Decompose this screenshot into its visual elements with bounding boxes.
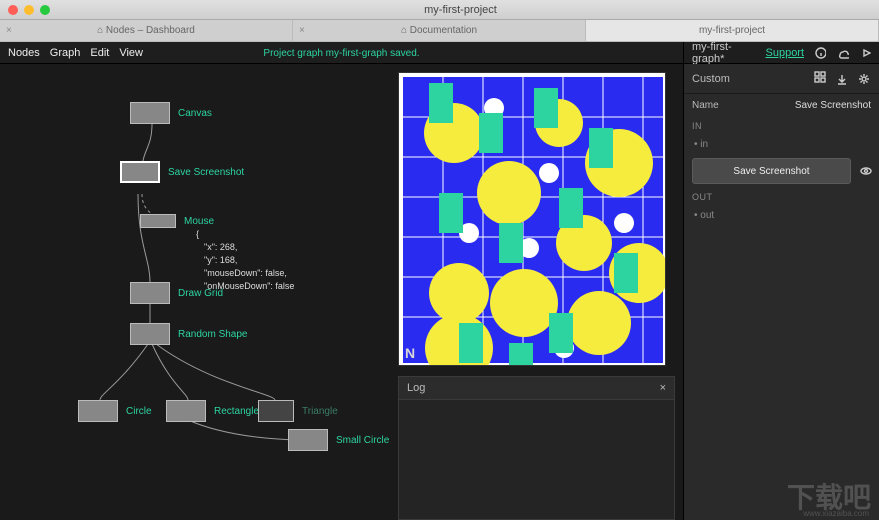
save-screenshot-button[interactable]: Save Screenshot (692, 158, 851, 184)
node-mouse[interactable]: Mouse (140, 214, 214, 228)
log-body (398, 400, 675, 520)
menu-graph[interactable]: Graph (50, 47, 81, 59)
log-panel-header[interactable]: Log × (398, 376, 675, 400)
browser-tab-bar: ×⌂ Nodes – Dashboard ×⌂ Documentation my… (0, 20, 879, 42)
node-save-screenshot[interactable]: Save Screenshot (120, 161, 244, 183)
menu-nodes[interactable]: Nodes (8, 47, 40, 59)
zoom-window-button[interactable] (40, 5, 50, 15)
close-icon[interactable]: × (660, 382, 666, 394)
download-icon[interactable] (835, 72, 849, 86)
inspector-out-header: OUT (684, 188, 879, 206)
inspector-panel: my-first-graph* Support Custom Name Save… (683, 42, 879, 520)
window-title: my-first-project (50, 4, 871, 16)
menu-items: Nodes Graph Edit View (8, 47, 143, 59)
prop-name: Name Save Screenshot (684, 94, 879, 117)
menu-view[interactable]: View (119, 47, 143, 59)
in-port[interactable]: • in (684, 135, 879, 154)
prop-name-value[interactable]: Save Screenshot (795, 100, 871, 111)
preview-badge: N (405, 345, 415, 361)
node-draw-grid[interactable]: Draw Grid (130, 282, 223, 304)
close-tab-icon[interactable]: × (299, 25, 305, 36)
node-random-shape[interactable]: Random Shape (130, 323, 248, 345)
inspector-top-bar: my-first-graph* Support (684, 42, 879, 64)
tab-my-first-project[interactable]: my-first-project (586, 20, 879, 41)
close-tab-icon[interactable]: × (6, 25, 12, 36)
node-canvas[interactable]: Canvas (130, 102, 212, 124)
traffic-lights (8, 5, 50, 15)
node-circle[interactable]: Circle (78, 400, 152, 422)
node-triangle[interactable]: Triangle (258, 400, 338, 422)
eye-icon[interactable] (859, 164, 873, 178)
close-window-button[interactable] (8, 5, 18, 15)
cloud-icon[interactable] (836, 46, 848, 60)
app-content: Nodes Graph Edit View Project graph my-f… (0, 42, 879, 520)
graph-name: my-first-graph* (692, 41, 756, 65)
inspector-in-header: IN (684, 117, 879, 135)
tab-nodes-dashboard[interactable]: ×⌂ Nodes – Dashboard (0, 20, 293, 41)
grid-icon[interactable] (813, 70, 827, 84)
node-rectangle[interactable]: Rectangle (166, 400, 259, 422)
inspector-section-header: Custom (684, 64, 879, 94)
node-graph[interactable]: Canvas Save Screenshot Mouse { "x": 268,… (0, 64, 398, 520)
log-title: Log (407, 382, 425, 394)
node-small-circle[interactable]: Small Circle (288, 429, 389, 451)
support-link[interactable]: Support (766, 47, 805, 59)
info-icon[interactable] (814, 46, 826, 60)
gear-icon[interactable] (857, 72, 871, 86)
canvas-preview: N (398, 72, 666, 366)
tab-documentation[interactable]: ×⌂ Documentation (293, 20, 586, 41)
preview-column: N Log × (398, 64, 683, 520)
minimize-window-button[interactable] (24, 5, 34, 15)
app-menu-bar: Nodes Graph Edit View (0, 42, 683, 64)
out-port[interactable]: • out (684, 206, 879, 225)
menu-edit[interactable]: Edit (90, 47, 109, 59)
workspace: Canvas Save Screenshot Mouse { "x": 268,… (0, 64, 683, 520)
play-icon[interactable] (859, 46, 871, 60)
left-column: Nodes Graph Edit View Project graph my-f… (0, 42, 683, 520)
mac-titlebar: my-first-project (0, 0, 879, 20)
